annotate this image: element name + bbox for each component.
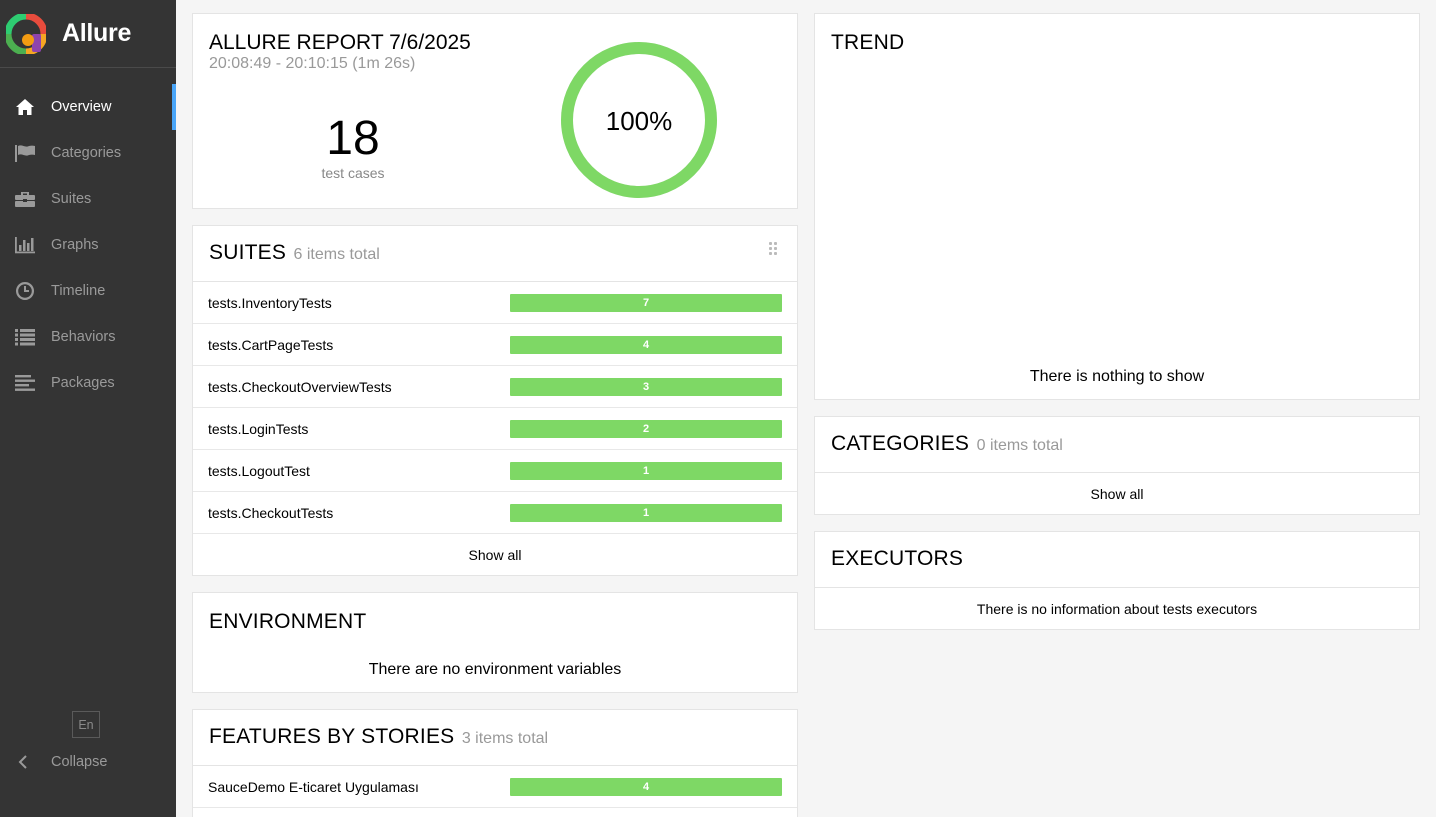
language-button[interactable]: En	[72, 711, 100, 738]
test-count: 18	[326, 112, 380, 165]
passed-bar[interactable]: 7	[510, 293, 782, 312]
trend-empty-message: There is nothing to show	[1029, 368, 1205, 385]
table-row[interactable]: tests.CartPageTests 4	[193, 324, 797, 366]
features-header: FEATURES BY STORIES 3 items total	[193, 710, 797, 766]
trend-widget: TREND There is nothing to show	[814, 13, 1420, 400]
categories-header: CATEGORIES 0 items total	[815, 417, 1419, 473]
table-row[interactable]: tests.LoginTests 2	[193, 408, 797, 450]
passed-bar[interactable]: 1	[510, 503, 782, 522]
align-left-icon	[14, 373, 36, 393]
sidebar-item-suites[interactable]: Suites	[0, 176, 176, 222]
collapse-button[interactable]: Collapse	[0, 740, 176, 784]
passed-bar[interactable]: 3	[510, 377, 782, 396]
features-count: 3 items total	[461, 730, 549, 747]
sidebar-item-label: Graphs	[51, 237, 99, 253]
sidebar-item-graphs[interactable]: Graphs	[0, 222, 176, 268]
executors-title: EXECUTORS	[831, 547, 964, 570]
executors-empty-message: There is no information about tests exec…	[976, 601, 1258, 617]
brand[interactable]: Allure	[0, 0, 176, 68]
environment-title: ENVIRONMENT	[209, 610, 367, 633]
suites-count: 6 items total	[293, 246, 380, 263]
drag-handle-icon[interactable]	[769, 242, 779, 256]
passed-bar[interactable]: 2	[510, 419, 782, 438]
briefcase-icon	[14, 189, 36, 209]
suites-header: SUITES 6 items total	[193, 226, 797, 282]
passed-bar[interactable]: 4	[510, 777, 782, 796]
environment-empty-message: There are no environment variables	[368, 661, 622, 678]
table-row[interactable]: tests.LogoutTest 1	[193, 450, 797, 492]
suite-name: tests.CartPageTests	[208, 336, 334, 353]
executors-header: EXECUTORS	[815, 532, 1419, 588]
passed-bar[interactable]: 4	[510, 335, 782, 354]
sidebar-item-label: Overview	[51, 99, 112, 115]
suite-name: tests.LogoutTest	[208, 462, 310, 479]
suite-name: tests.CheckoutTests	[208, 504, 334, 521]
table-row[interactable]: SauceDemo E-ticaret Uygulaması 4	[193, 766, 797, 808]
features-title: FEATURES BY STORIES	[209, 725, 455, 748]
environment-widget: ENVIRONMENT There are no environment var…	[192, 592, 798, 693]
suite-name: tests.InventoryTests	[208, 294, 332, 311]
sidebar-item-label: Behaviors	[51, 329, 116, 345]
sidebar-item-behaviors[interactable]: Behaviors	[0, 314, 176, 360]
sidebar: Allure Overview Categories Suites Graphs	[0, 0, 176, 817]
home-icon	[14, 97, 36, 117]
report-title: ALLURE REPORT 7/6/2025	[209, 31, 471, 54]
features-widget: FEATURES BY STORIES 3 items total SauceD…	[192, 709, 798, 817]
categories-count: 0 items total	[976, 437, 1063, 454]
sidebar-item-overview[interactable]: Overview	[0, 84, 176, 130]
allure-logo-icon	[4, 12, 48, 55]
summary-widget: ALLURE REPORT 7/6/2025 20:08:49 - 20:10:…	[192, 13, 798, 209]
executors-widget: EXECUTORS There is no information about …	[814, 531, 1420, 630]
suites-title: SUITES	[209, 241, 287, 264]
sidebar-item-label: Suites	[51, 191, 92, 207]
sidebar-item-categories[interactable]: Categories	[0, 130, 176, 176]
sidebar-item-label: Packages	[51, 375, 115, 391]
sidebar-item-label: Timeline	[51, 283, 106, 299]
table-row[interactable]: tests.CheckoutTests 1	[193, 492, 797, 534]
table-row[interactable]: tests.CheckoutOverviewTests 3	[193, 366, 797, 408]
table-row[interactable]: tests.InventoryTests 7	[193, 282, 797, 324]
list-icon	[14, 327, 36, 347]
sidebar-item-label: Categories	[51, 145, 122, 161]
chevron-left-icon	[18, 755, 30, 769]
report-time-range: 20:08:49 - 20:10:15 (1m 26s)	[209, 55, 416, 72]
test-count-label: test cases	[321, 165, 385, 181]
flag-icon	[14, 143, 36, 163]
app-name: Allure	[62, 19, 132, 47]
sidebar-nav: Overview Categories Suites Graphs Timeli…	[0, 84, 176, 406]
clock-icon	[14, 281, 36, 301]
passed-bar[interactable]: 1	[510, 461, 782, 480]
collapse-label: Collapse	[51, 754, 108, 770]
categories-widget: CATEGORIES 0 items total Show all	[814, 416, 1420, 515]
categories-show-all-link[interactable]: Show all	[815, 473, 1419, 515]
categories-title: CATEGORIES	[831, 432, 970, 455]
pass-rate-label: 100%	[605, 106, 673, 136]
bar-chart-icon	[14, 235, 36, 255]
feature-name: SauceDemo E-ticaret Uygulaması	[208, 778, 419, 795]
suite-name: tests.CheckoutOverviewTests	[208, 378, 392, 395]
sidebar-item-packages[interactable]: Packages	[0, 360, 176, 406]
sidebar-item-timeline[interactable]: Timeline	[0, 268, 176, 314]
suite-name: tests.LoginTests	[208, 420, 309, 437]
suites-widget: SUITES 6 items total tests.InventoryTest…	[192, 225, 798, 576]
suites-show-all-link[interactable]: Show all	[193, 534, 797, 576]
trend-title: TREND	[831, 31, 905, 54]
